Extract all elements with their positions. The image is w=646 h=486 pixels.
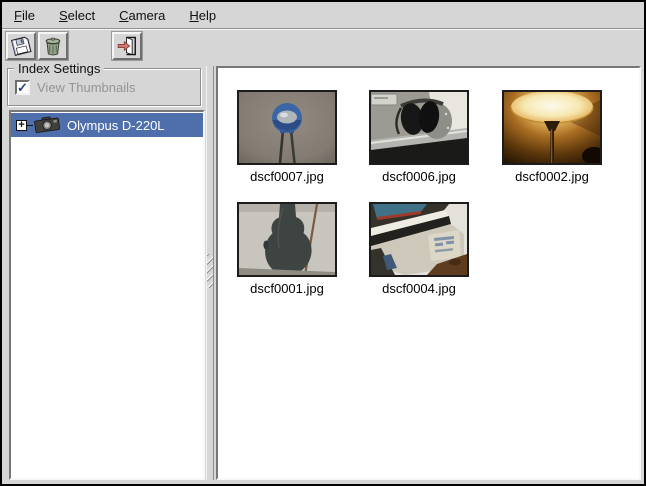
thumbnail-image[interactable]: [502, 90, 602, 165]
thumbnail-label: dscf0004.jpg: [354, 281, 484, 296]
exit-button[interactable]: [112, 32, 142, 60]
view-thumbnails-checkbox[interactable]: ✓ View Thumbnails: [15, 80, 136, 95]
splitter-grip-icon[interactable]: [207, 254, 213, 288]
camera-icon: [34, 115, 60, 136]
floppy-disk-icon: [10, 35, 32, 57]
menu-item-file[interactable]: File: [4, 5, 45, 26]
index-settings-frame: Index Settings ✓ View Thumbnails: [7, 68, 201, 106]
menubar: File Select Camera Help: [2, 2, 644, 29]
thumbnail-cell[interactable]: dscf0002.jpg: [487, 88, 617, 184]
toolbar: [2, 30, 644, 62]
thumbnail-label: dscf0006.jpg: [354, 169, 484, 184]
menu-item-help[interactable]: Help: [179, 5, 226, 26]
menu-item-camera[interactable]: Camera: [109, 5, 175, 26]
app-window: File Select Camera Help: [0, 0, 646, 486]
menu-item-select[interactable]: Select: [49, 5, 105, 26]
thumbnail-cell[interactable]: dscf0006.jpg: [354, 88, 484, 184]
tree-item-olympus[interactable]: + Olympus D-220L: [11, 113, 203, 137]
thumbnail-label: dscf0002.jpg: [487, 169, 617, 184]
pane-splitter[interactable]: [206, 66, 214, 480]
exit-door-icon: [116, 35, 138, 57]
delete-button[interactable]: [38, 32, 68, 60]
check-icon: ✓: [17, 82, 28, 93]
thumbnail-cell[interactable]: dscf0001.jpg: [222, 200, 352, 296]
expander-icon[interactable]: +: [16, 120, 27, 131]
thumbnail-label: dscf0007.jpg: [222, 169, 352, 184]
checkbox-box[interactable]: ✓: [15, 80, 30, 95]
camera-tree: + Olympus D-220L: [9, 110, 205, 480]
tree-branch-line: [27, 125, 33, 126]
thumbnail-image[interactable]: [237, 202, 337, 277]
save-button[interactable]: [6, 32, 36, 60]
thumbnail-cell[interactable]: dscf0004.jpg: [354, 200, 484, 296]
thumbnail-image[interactable]: [237, 90, 337, 165]
checkbox-label: View Thumbnails: [37, 80, 136, 95]
thumbnail-image[interactable]: [369, 90, 469, 165]
thumbnail-image[interactable]: [369, 202, 469, 277]
trash-icon: [42, 35, 64, 57]
tree-item-label: Olympus D-220L: [67, 118, 165, 133]
index-settings-label: Index Settings: [14, 61, 104, 76]
thumbnail-label: dscf0001.jpg: [222, 281, 352, 296]
thumbnail-cell[interactable]: dscf0007.jpg: [222, 88, 352, 184]
